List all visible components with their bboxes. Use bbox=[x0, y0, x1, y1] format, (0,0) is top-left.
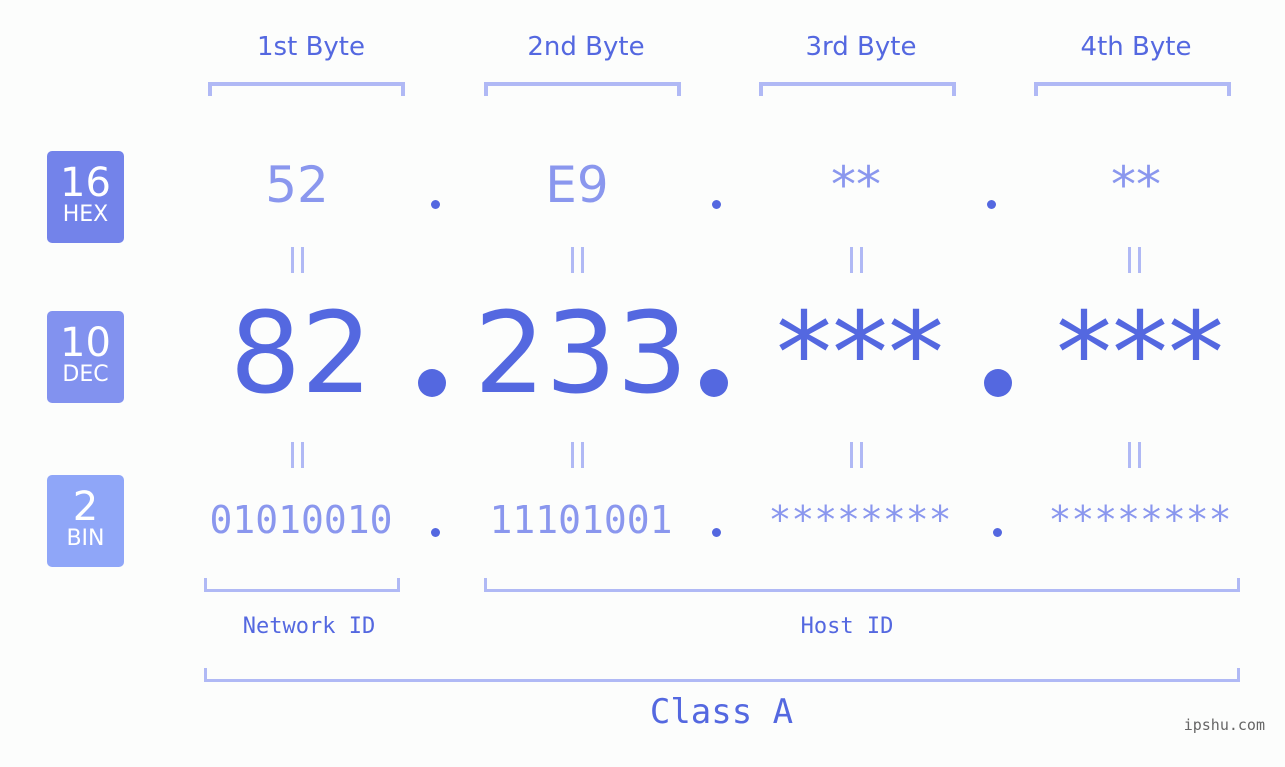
bin-separator-dot bbox=[993, 528, 1002, 537]
bin-separator-dot bbox=[431, 528, 440, 537]
watermark: ipshu.com bbox=[1183, 716, 1265, 734]
bin-badge-label: BIN bbox=[66, 526, 105, 551]
dec-separator-dot bbox=[984, 369, 1012, 397]
dec-value-3: *** bbox=[776, 289, 944, 419]
equals-mark bbox=[1128, 247, 1142, 273]
byte-bracket-3 bbox=[759, 82, 956, 96]
equals-mark bbox=[850, 442, 864, 468]
byte-bracket-1 bbox=[208, 82, 405, 96]
hex-value-3: ** bbox=[831, 156, 881, 214]
host-id-bracket bbox=[484, 578, 1240, 592]
byte-header-3: 3rd Byte bbox=[805, 32, 917, 62]
byte-header-1: 1st Byte bbox=[257, 32, 365, 62]
hex-value-1: 52 bbox=[265, 156, 329, 214]
bin-value-4: ******** bbox=[1048, 498, 1232, 542]
dec-badge-number: 10 bbox=[60, 320, 111, 366]
bin-badge: 2 BIN bbox=[47, 475, 124, 567]
network-id-label: Network ID bbox=[242, 614, 376, 639]
byte-header-2: 2nd Byte bbox=[527, 32, 645, 62]
hex-value-4: ** bbox=[1111, 156, 1161, 214]
dec-value-4: *** bbox=[1056, 289, 1224, 419]
equals-mark bbox=[571, 247, 585, 273]
class-label: Class A bbox=[649, 692, 794, 732]
class-bracket bbox=[204, 668, 1240, 682]
byte-bracket-4 bbox=[1034, 82, 1231, 96]
byte-header-4: 4th Byte bbox=[1080, 32, 1192, 62]
hex-value-2: E9 bbox=[545, 156, 609, 214]
dec-separator-dot bbox=[700, 369, 728, 397]
hex-badge: 16 HEX bbox=[47, 151, 124, 243]
dec-separator-dot bbox=[418, 369, 446, 397]
hex-separator-dot bbox=[987, 200, 996, 209]
network-id-bracket bbox=[204, 578, 400, 592]
bin-value-3: ******** bbox=[768, 498, 952, 542]
hex-separator-dot bbox=[431, 200, 440, 209]
hex-badge-label: HEX bbox=[62, 202, 109, 227]
bin-separator-dot bbox=[712, 528, 721, 537]
dec-badge: 10 DEC bbox=[47, 311, 124, 403]
equals-mark bbox=[1128, 442, 1142, 468]
equals-mark bbox=[291, 442, 305, 468]
dec-value-1: 82 bbox=[229, 289, 373, 419]
equals-mark bbox=[850, 247, 864, 273]
bin-value-1: 01010010 bbox=[209, 498, 393, 542]
equals-mark bbox=[571, 442, 585, 468]
dec-value-2: 233 bbox=[474, 289, 688, 419]
equals-mark bbox=[291, 247, 305, 273]
hex-badge-number: 16 bbox=[60, 160, 111, 206]
dec-badge-label: DEC bbox=[62, 362, 109, 387]
bin-value-2: 11101001 bbox=[489, 498, 673, 542]
hex-separator-dot bbox=[712, 200, 721, 209]
byte-bracket-2 bbox=[484, 82, 681, 96]
host-id-label: Host ID bbox=[800, 614, 894, 639]
bin-badge-number: 2 bbox=[72, 484, 99, 530]
